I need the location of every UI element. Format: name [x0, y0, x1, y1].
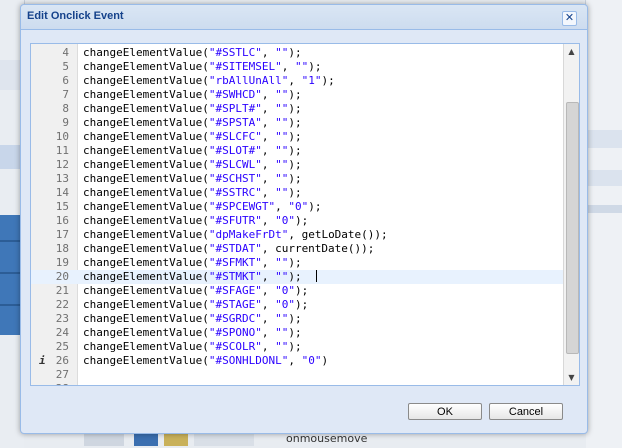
line-number: 7	[62, 88, 69, 101]
line-number: 18	[55, 242, 69, 255]
line-number: 19	[55, 256, 69, 269]
code-area[interactable]: 4 changeElementValue("#SSTLC", ""); 5 chang…	[31, 44, 563, 385]
line-number: 8	[62, 102, 69, 115]
code-text: changeElementValue("#SFAGE", "0");	[83, 284, 309, 297]
code-line[interactable]: 17 changeElementValue("dpMakeFrDt", getLo…	[31, 228, 563, 242]
vertical-scrollbar[interactable]: ▲ ▼	[563, 44, 579, 385]
code-line[interactable]: 8 changeElementValue("#SPLT#", "");	[31, 102, 563, 116]
code-line[interactable]: 12 changeElementValue("#SLCWL", "");	[31, 158, 563, 172]
line-number: 14	[55, 186, 69, 199]
line-number: 22	[55, 298, 69, 311]
code-line[interactable]: 28	[31, 382, 563, 385]
line-number: 9	[62, 116, 69, 129]
code-text: changeElementValue("#SPSTA", "");	[83, 116, 302, 129]
code-line[interactable]: 5 changeElementValue("#SITEMSEL", "");	[31, 60, 563, 74]
line-number: 23	[55, 312, 69, 325]
code-line[interactable]: 9 changeElementValue("#SPSTA", "");	[31, 116, 563, 130]
code-text: changeElementValue("#SCOLR", "");	[83, 340, 302, 353]
line-number: 21	[55, 284, 69, 297]
code-text: changeElementValue("#SLOT#", "");	[83, 144, 302, 157]
code-line[interactable]: 10 changeElementValue("#SLCFC", "");	[31, 130, 563, 144]
line-number: 4	[62, 46, 69, 59]
code-line[interactable]: 24 changeElementValue("#SPONO", "");	[31, 326, 563, 340]
code-text: changeElementValue("#SCHST", "");	[83, 172, 302, 185]
code-line[interactable]: 15 changeElementValue("#SPCEWGT", "0");	[31, 200, 563, 214]
code-line[interactable]: i 26 changeElementValue("#SONHLDONL", "0")	[31, 354, 563, 368]
code-text: changeElementValue("#SPCEWGT", "0");	[83, 200, 322, 213]
code-editor[interactable]: 4 changeElementValue("#SSTLC", ""); 5 chang…	[30, 43, 580, 386]
close-icon: ✕	[564, 11, 575, 24]
code-line[interactable]: 13 changeElementValue("#SCHST", "");	[31, 172, 563, 186]
code-text: changeElementValue("#SWHCD", "");	[83, 88, 302, 101]
code-line[interactable]: 14 changeElementValue("#SSTRC", "");	[31, 186, 563, 200]
code-text: changeElementValue("#SSTLC", "");	[83, 46, 302, 59]
code-text: changeElementValue("#SGRDC", "");	[83, 312, 302, 325]
code-line[interactable]: 16 changeElementValue("#SFUTR", "0");	[31, 214, 563, 228]
line-number: 28	[31, 382, 69, 385]
dialog-title: Edit Onclick Event	[27, 10, 124, 22]
line-number: 20	[55, 270, 69, 283]
code-line[interactable]: 22 changeElementValue("#STAGE", "0");	[31, 298, 563, 312]
edit-onclick-event-dialog: Edit Onclick Event ✕ 4 changeElementValue…	[20, 4, 588, 434]
code-line[interactable]: 20 changeElementValue("#STMKT", "");	[31, 270, 563, 284]
code-line[interactable]: 23 changeElementValue("#SGRDC", "");	[31, 312, 563, 326]
code-line[interactable]: 19 changeElementValue("#SFMKT", "");	[31, 256, 563, 270]
line-number: 17	[55, 228, 69, 241]
line-number: 11	[55, 144, 69, 157]
text-caret	[316, 270, 317, 282]
line-number: 27	[55, 368, 69, 381]
scrollbar-thumb[interactable]	[566, 102, 579, 354]
code-line[interactable]: 11 changeElementValue("#SLOT#", "");	[31, 144, 563, 158]
cancel-button[interactable]: Cancel	[489, 403, 563, 420]
code-line[interactable]: 25 changeElementValue("#SCOLR", "");	[31, 340, 563, 354]
code-text: changeElementValue("#SFUTR", "0");	[83, 214, 309, 227]
code-text: changeElementValue("dpMakeFrDt", getLoDa…	[83, 228, 388, 241]
line-number: 16	[55, 214, 69, 227]
background-right-panel	[585, 0, 622, 448]
close-button[interactable]: ✕	[562, 11, 577, 26]
dialog-titlebar[interactable]: Edit Onclick Event ✕	[21, 5, 587, 30]
code-text: changeElementValue("#SPLT#", "");	[83, 102, 302, 115]
ok-button[interactable]: OK	[408, 403, 482, 420]
code-line[interactable]: 4 changeElementValue("#SSTLC", "");	[31, 46, 563, 60]
code-text: changeElementValue("rbAllUnAll", "1");	[83, 74, 335, 87]
code-text: changeElementValue("#SITEMSEL", "");	[83, 60, 322, 73]
code-text: changeElementValue("#STMKT", "");	[83, 270, 302, 283]
line-number: 24	[55, 326, 69, 339]
code-text: changeElementValue("#SLCWL", "");	[83, 158, 302, 171]
code-line[interactable]: 7 changeElementValue("#SWHCD", "");	[31, 88, 563, 102]
line-number: 26	[55, 354, 69, 367]
code-text: changeElementValue("#STAGE", "0");	[83, 298, 309, 311]
line-number: 13	[55, 172, 69, 185]
code-line[interactable]: 18 changeElementValue("#STDAT", currentDa…	[31, 242, 563, 256]
line-number: 6	[62, 74, 69, 87]
line-number: 10	[55, 130, 69, 143]
scroll-up-arrow-icon[interactable]: ▲	[566, 46, 577, 57]
line-number: 5	[62, 60, 69, 73]
code-line[interactable]: 6 changeElementValue("rbAllUnAll", "1");	[31, 74, 563, 88]
code-text: changeElementValue("#SPONO", "");	[83, 326, 302, 339]
code-line[interactable]: 21 changeElementValue("#SFAGE", "0");	[31, 284, 563, 298]
code-line[interactable]: 27	[31, 368, 563, 382]
line-number: 12	[55, 158, 69, 171]
line-number: 15	[55, 200, 69, 213]
code-text: changeElementValue("#SONHLDONL", "0")	[83, 354, 329, 367]
code-text: changeElementValue("#STDAT", currentDate…	[83, 242, 375, 255]
line-number: 25	[55, 340, 69, 353]
code-text: changeElementValue("#SLCFC", "");	[83, 130, 302, 143]
code-text: changeElementValue("#SFMKT", "");	[83, 256, 302, 269]
scroll-down-arrow-icon[interactable]: ▼	[566, 372, 577, 383]
code-text: changeElementValue("#SSTRC", "");	[83, 186, 302, 199]
